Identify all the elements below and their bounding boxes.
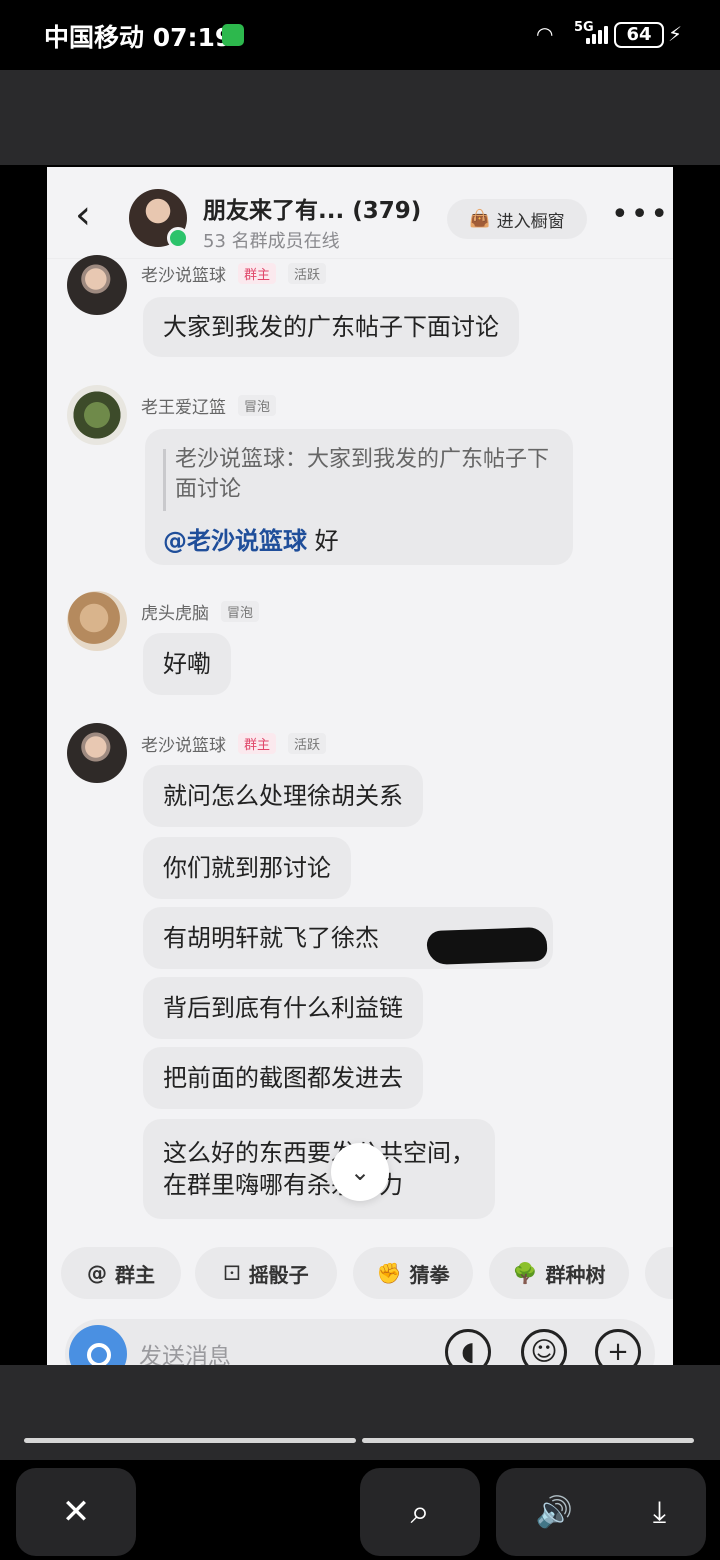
tree-icon: 🌳 <box>512 1261 538 1285</box>
chevron-left-icon[interactable]: ‹ <box>75 195 91 235</box>
chat-screenshot: ‹ 朋友来了有... (379) 53 名群成员在线 👜 进入橱窗 ••• 老沙… <box>47 167 673 1365</box>
chat-header: ‹ 朋友来了有... (379) 53 名群成员在线 👜 进入橱窗 ••• <box>47 167 673 259</box>
reply-body: 好 <box>307 527 339 555</box>
avatar[interactable] <box>67 591 127 651</box>
sender-name-text: 老沙说篮球 <box>141 266 226 286</box>
sender-name: 老沙说篮球 群主 活跃 <box>141 731 327 756</box>
carrier-time: 中国移动 07:19 <box>44 23 233 52</box>
message-input-bar: 发送消息 ◖ ☺ + <box>65 1319 655 1365</box>
quote-reply-bubble[interactable]: 老沙说篮球：大家到我发的广东帖子下面讨论 @老沙说篮球 好 <box>145 429 573 565</box>
level-badge: 冒泡 <box>238 395 277 416</box>
chip-more[interactable] <box>645 1247 673 1299</box>
sender-name: 虎头虎脑 冒泡 <box>141 599 260 624</box>
media-controls: 🔊 ⤓ <box>496 1468 706 1556</box>
close-button[interactable]: ✕ <box>16 1468 136 1556</box>
avatar[interactable] <box>67 385 127 445</box>
message-line: 这么好的东西要发公共空间， <box>163 1139 475 1167</box>
scan-button[interactable]: ⌕ <box>360 1468 480 1556</box>
message-bubble[interactable]: 这么好的东西要发公共空间， 在群里嗨哪有杀杀伤力 <box>143 1119 495 1219</box>
dice-icon: ⚀ <box>223 1261 241 1285</box>
audio-icon[interactable]: ◖ <box>445 1329 491 1365</box>
message-bubble[interactable]: 把前面的截图都发进去 <box>143 1047 423 1109</box>
plus-icon[interactable]: + <box>595 1329 641 1365</box>
chip-plant-tree[interactable]: 🌳 群种树 <box>489 1247 629 1299</box>
image-progress-2 <box>362 1438 694 1443</box>
bag-icon: 👜 <box>469 209 491 229</box>
more-dots-icon[interactable]: ••• <box>611 197 670 232</box>
image-progress-1 <box>24 1438 356 1443</box>
redaction-scribble <box>426 926 548 966</box>
active-badge: 活跃 <box>288 263 327 284</box>
chip-owner[interactable]: @ 群主 <box>61 1247 181 1299</box>
sound-icon[interactable]: 🔊 <box>536 1495 573 1530</box>
chip-label: 摇骰子 <box>248 1262 309 1287</box>
reply-text: @老沙说篮球 好 <box>163 521 339 556</box>
active-badge: 活跃 <box>288 733 327 754</box>
voice-icon[interactable] <box>69 1325 127 1365</box>
sender-name: 老沙说篮球 群主 活跃 <box>141 261 327 286</box>
message-bubble[interactable]: 你们就到那讨论 <box>143 837 351 899</box>
chip-label: 群种树 <box>545 1262 606 1287</box>
scroll-down-icon[interactable]: ⌄ <box>331 1143 389 1201</box>
status-bar: 中国移动 07:19 ◠ 5G 64 ⚡ <box>0 0 720 70</box>
owner-badge: 群主 <box>238 733 277 754</box>
message-input[interactable]: 发送消息 <box>139 1337 231 1365</box>
group-title[interactable]: 朋友来了有... (379) <box>203 191 421 225</box>
enter-window-button[interactable]: 👜 进入橱窗 <box>447 199 587 239</box>
quick-action-bar: @ 群主 ⚀ 摇骰子 ✊ 猜拳 🌳 群种树 <box>47 1243 673 1303</box>
viewer-bottom-area <box>0 1365 720 1460</box>
chip-rock-paper-scissors[interactable]: ✊ 猜拳 <box>353 1247 473 1299</box>
quote-bar <box>163 449 166 511</box>
level-badge: 冒泡 <box>221 601 260 622</box>
chip-dice[interactable]: ⚀ 摇骰子 <box>195 1247 337 1299</box>
at-icon: @ <box>87 1261 107 1285</box>
message-bubble[interactable]: 背后到底有什么利益链 <box>143 977 423 1039</box>
fist-icon: ✊ <box>376 1261 402 1285</box>
emoji-icon[interactable]: ☺ <box>521 1329 567 1365</box>
sender-name-text: 老王爱辽篮 <box>141 398 226 418</box>
sender-name-text: 虎头虎脑 <box>141 604 209 624</box>
chip-label: 猜拳 <box>409 1262 450 1287</box>
sender-name-text: 老沙说篮球 <box>141 736 226 756</box>
battery-level: 64 <box>614 22 664 48</box>
viewer-top-area <box>0 70 720 165</box>
message-bubble[interactable]: 就问怎么处理徐胡关系 <box>143 765 423 827</box>
charging-icon: ⚡ <box>668 22 683 46</box>
avatar[interactable] <box>67 723 127 783</box>
mention[interactable]: @老沙说篮球 <box>163 527 307 555</box>
download-icon[interactable]: ⤓ <box>653 1495 666 1530</box>
signal-icon <box>586 26 608 44</box>
online-count: 53 名群成员在线 <box>203 231 340 252</box>
wechat-notification-icon <box>222 24 244 46</box>
quoted-text: 老沙说篮球：大家到我发的广东帖子下面讨论 <box>175 447 550 502</box>
sender-name: 老王爱辽篮 冒泡 <box>141 393 277 418</box>
online-indicator <box>167 227 189 249</box>
wifi-icon: ◠ <box>536 22 554 46</box>
message-bubble[interactable]: 大家到我发的广东帖子下面讨论 <box>143 297 519 357</box>
chip-label: 群主 <box>115 1262 155 1287</box>
enter-window-label: 进入橱窗 <box>496 211 565 232</box>
avatar[interactable] <box>67 255 127 315</box>
owner-badge: 群主 <box>238 263 277 284</box>
message-bubble[interactable]: 好嘞 <box>143 633 231 695</box>
